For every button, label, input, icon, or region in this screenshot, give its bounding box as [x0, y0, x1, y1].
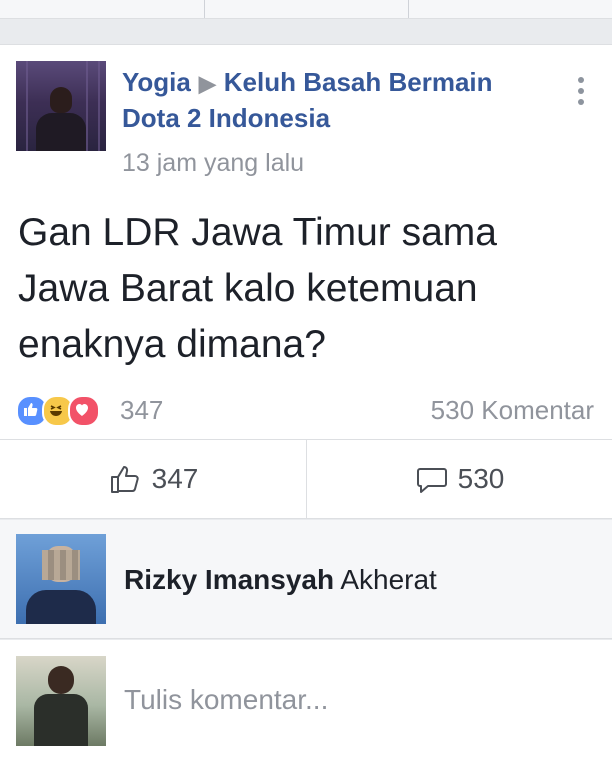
post-header: Yogia ▶ Keluh Basah Bermain Dota 2 Indones… — [122, 65, 552, 135]
top-strip — [0, 0, 612, 44]
post-author-link[interactable]: Yogia — [122, 67, 191, 97]
like-button[interactable]: 347 — [0, 440, 306, 518]
group-name-link-cont[interactable]: Dota 2 Indonesia — [122, 103, 330, 133]
tab-divider — [408, 0, 409, 18]
speech-bubble-icon — [416, 468, 447, 493]
comment-input[interactable]: Tulis komentar... — [124, 684, 328, 716]
group-name-link[interactable]: Keluh Basah Bermain — [224, 67, 493, 97]
tab-divider — [204, 0, 205, 18]
love-icon — [68, 395, 100, 427]
comment-item: Rizky Imansyah Akherat — [0, 520, 612, 639]
reaction-count[interactable]: 347 — [120, 395, 163, 426]
post-card: Yogia ▶ Keluh Basah Bermain Dota 2 Indones… — [0, 44, 612, 519]
more-vertical-icon[interactable] — [576, 77, 586, 117]
thumbs-up-icon — [110, 466, 139, 493]
action-bar: 347 530 — [0, 439, 612, 519]
comment-count: 530 — [457, 463, 505, 494]
commenter-name[interactable]: Rizky Imansyah — [124, 564, 334, 595]
like-count: 347 — [151, 463, 199, 494]
current-user-avatar — [16, 656, 106, 746]
comment-body: Rizky Imansyah Akherat — [124, 564, 437, 596]
post-body-text: Gan LDR Jawa Timur sama Jawa Barat kalo … — [18, 211, 497, 366]
commenter-avatar[interactable] — [16, 534, 106, 624]
comment-text: Akherat — [340, 564, 437, 595]
comment-count-link[interactable]: 530 Komentar — [431, 395, 594, 426]
post-author-avatar[interactable] — [16, 61, 106, 151]
tab-bar — [0, 0, 612, 19]
post-timestamp[interactable]: 13 jam yang lalu — [122, 149, 304, 178]
triangle-right-icon: ▶ — [198, 71, 216, 96]
comment-composer: Tulis komentar... — [0, 640, 612, 765]
comment-button[interactable]: 530 — [306, 440, 612, 518]
